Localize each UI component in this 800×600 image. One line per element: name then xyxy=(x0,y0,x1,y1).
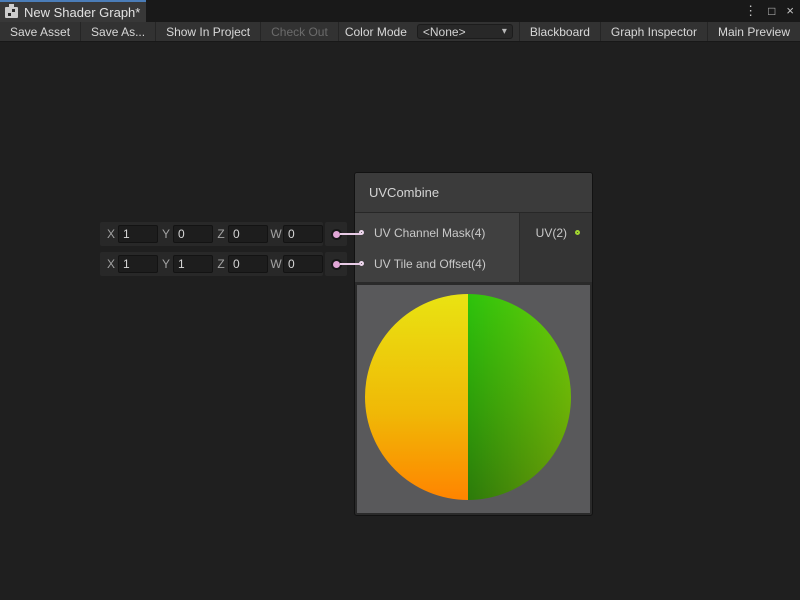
tab-new-shader-graph[interactable]: New Shader Graph* xyxy=(0,0,146,22)
window-controls: ⋮ □ × xyxy=(744,0,794,22)
node-output-column: UV(2) xyxy=(520,213,592,282)
shader-graph-asset-icon xyxy=(5,7,18,18)
show-in-project-button[interactable]: Show In Project xyxy=(156,22,261,41)
axis-y-label[interactable]: Y xyxy=(159,227,173,241)
input-port-label: UV Channel Mask(4) xyxy=(374,226,485,240)
graph-canvas[interactable]: X1 Y0 Z0 W0 X1 Y1 Z0 W0 UVCombine xyxy=(0,43,800,600)
kebab-menu-icon[interactable]: ⋮ xyxy=(744,0,757,22)
axis-z-label[interactable]: Z xyxy=(214,257,228,271)
vector4-input-row-1: X1 Y0 Z0 W0 xyxy=(100,222,323,246)
node-input-column: UV Channel Mask(4) UV Tile and Offset(4) xyxy=(355,213,519,282)
vector4-input-row-2: X1 Y1 Z0 W0 xyxy=(100,252,323,276)
input-port-row-channel-mask: UV Channel Mask(4) xyxy=(355,217,519,248)
vector4-z-field[interactable]: 0 xyxy=(228,255,268,273)
main-preview-toggle-button[interactable]: Main Preview xyxy=(707,22,800,41)
maximize-icon[interactable]: □ xyxy=(768,0,775,22)
vector4-port-dot[interactable] xyxy=(333,231,340,238)
preview-sphere-left-half xyxy=(365,294,468,500)
save-asset-button[interactable]: Save Asset xyxy=(0,22,81,41)
vector4-x-field[interactable]: 1 xyxy=(118,225,158,243)
vector4-x-field[interactable]: 1 xyxy=(118,255,158,273)
node-title: UVCombine xyxy=(369,185,439,200)
axis-x-label[interactable]: X xyxy=(104,227,118,241)
color-mode-value: <None> xyxy=(423,25,502,39)
vector4-y-field[interactable]: 1 xyxy=(173,255,213,273)
input-port-label: UV Tile and Offset(4) xyxy=(374,257,486,271)
check-out-button: Check Out xyxy=(261,22,339,41)
output-port-label: UV(2) xyxy=(536,226,567,240)
vector4-w-field[interactable]: 0 xyxy=(283,225,323,243)
vector4-z-field[interactable]: 0 xyxy=(228,225,268,243)
axis-x-label[interactable]: X xyxy=(104,257,118,271)
vector4-w-field[interactable]: 0 xyxy=(283,255,323,273)
input-port-row-tile-offset: UV Tile and Offset(4) xyxy=(355,248,519,279)
edge-wire-channel-mask[interactable] xyxy=(340,233,361,235)
preview-sphere-right-half xyxy=(468,294,571,500)
axis-w-label[interactable]: W xyxy=(269,257,283,271)
color-mode-dropdown[interactable]: <None> ▾ xyxy=(417,24,513,39)
axis-y-label[interactable]: Y xyxy=(159,257,173,271)
close-icon[interactable]: × xyxy=(786,0,794,22)
uv-preview-sphere xyxy=(365,294,571,500)
node-ports-section: UV Channel Mask(4) UV Tile and Offset(4)… xyxy=(355,213,592,282)
save-as-button[interactable]: Save As... xyxy=(81,22,156,41)
axis-w-label[interactable]: W xyxy=(269,227,283,241)
vector4-port-dot[interactable] xyxy=(333,261,340,268)
graph-inspector-toggle-button[interactable]: Graph Inspector xyxy=(600,22,707,41)
color-mode-label: Color Mode xyxy=(345,22,417,41)
uvcombine-node[interactable]: UVCombine UV Channel Mask(4) UV Tile and… xyxy=(355,173,592,515)
node-header[interactable]: UVCombine xyxy=(355,173,592,213)
tab-title: New Shader Graph* xyxy=(24,5,140,20)
chevron-down-icon: ▾ xyxy=(502,26,507,37)
axis-z-label[interactable]: Z xyxy=(214,227,228,241)
tab-bar: New Shader Graph* ⋮ □ × xyxy=(0,0,800,22)
output-port-row-uv: UV(2) xyxy=(520,217,592,248)
edge-wire-tile-offset[interactable] xyxy=(340,263,361,265)
node-preview-area xyxy=(357,285,590,513)
output-port-vector2-icon[interactable] xyxy=(575,230,580,235)
blackboard-toggle-button[interactable]: Blackboard xyxy=(519,22,600,41)
vector4-y-field[interactable]: 0 xyxy=(173,225,213,243)
shader-graph-window: New Shader Graph* ⋮ □ × Save Asset Save … xyxy=(0,0,800,600)
toolbar: Save Asset Save As... Show In Project Ch… xyxy=(0,22,800,42)
